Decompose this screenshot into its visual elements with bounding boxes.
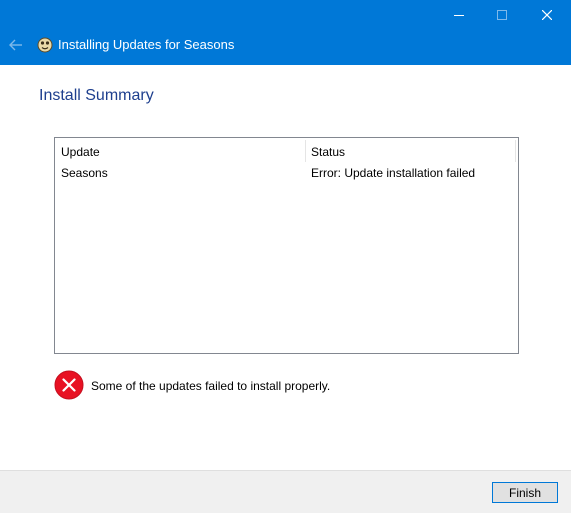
result-message: Some of the updates failed to install pr… xyxy=(91,379,331,393)
column-header-update[interactable]: Update xyxy=(61,144,100,160)
finish-button[interactable]: Finish xyxy=(492,482,558,503)
update-name-cell: Seasons xyxy=(61,166,108,180)
maximize-button[interactable] xyxy=(480,0,524,30)
minimize-button[interactable] xyxy=(437,0,481,30)
page-title: Install Summary xyxy=(39,87,154,104)
finish-button-label: Finish xyxy=(508,485,541,500)
maximize-icon xyxy=(497,10,507,20)
footer-bar xyxy=(0,470,571,513)
error-icon xyxy=(54,370,84,400)
column-header-status[interactable]: Status xyxy=(311,144,345,160)
window-title: Installing Updates for Seasons xyxy=(58,37,235,52)
minimize-icon xyxy=(454,15,464,16)
close-button[interactable] xyxy=(525,0,569,30)
column-divider[interactable] xyxy=(305,140,306,162)
close-icon xyxy=(542,10,552,20)
title-bar: Installing Updates for Seasons xyxy=(0,0,571,65)
back-arrow-icon xyxy=(9,39,22,51)
column-divider[interactable] xyxy=(515,140,516,162)
update-status-cell: Error: Update installation failed xyxy=(311,166,476,180)
back-button[interactable] xyxy=(4,34,28,56)
updates-list[interactable]: Update Status Seasons Error: Update inst… xyxy=(54,137,519,354)
app-icon xyxy=(37,37,53,53)
